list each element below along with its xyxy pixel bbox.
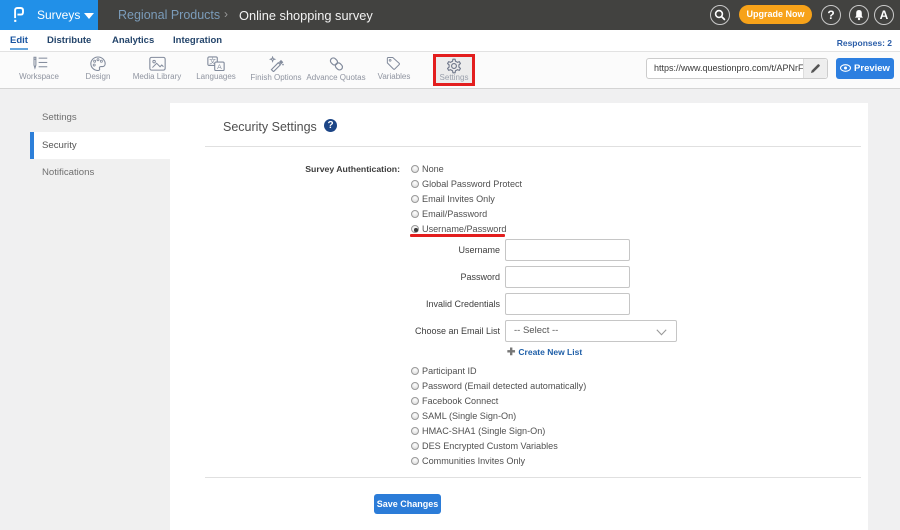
svg-text:A: A	[217, 63, 222, 70]
